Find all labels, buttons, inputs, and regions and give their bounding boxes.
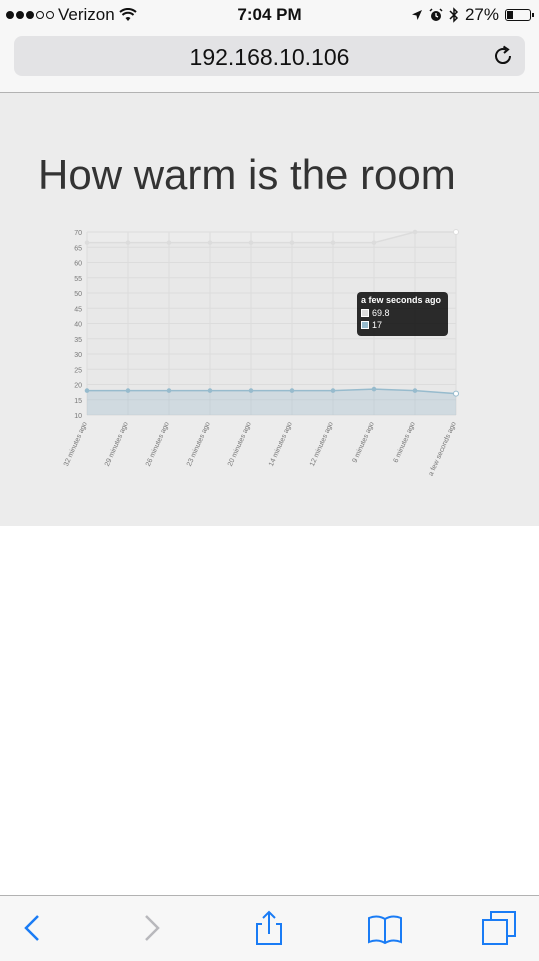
x-tick-label: 9 minutes ago [352, 421, 376, 464]
y-tick-label: 15 [74, 398, 82, 405]
series-area-2 [87, 389, 456, 415]
data-point [166, 240, 172, 245]
data-point [289, 388, 295, 393]
status-right: 27% [411, 5, 534, 25]
data-point [207, 388, 213, 393]
x-tick-label: 23 minutes ago [186, 421, 212, 468]
x-tick-label: 14 minutes ago [268, 421, 294, 468]
battery-icon [505, 9, 534, 21]
data-point [125, 240, 131, 245]
tabs-icon[interactable] [481, 910, 517, 946]
data-point [248, 388, 254, 393]
location-arrow-icon [411, 10, 422, 20]
tooltip-swatch-1 [361, 309, 369, 317]
data-point [453, 229, 459, 235]
x-tick-label: 26 minutes ago [145, 421, 171, 468]
y-tick-label: 55 [74, 276, 82, 283]
tooltip-row-1: 69.8 [361, 307, 444, 319]
back-icon[interactable] [14, 910, 50, 946]
data-point [207, 240, 213, 245]
tooltip-row-2: 17 [361, 319, 444, 331]
alarm-icon [429, 8, 443, 21]
data-point [412, 229, 418, 235]
tooltip-value-1: 69.8 [372, 308, 390, 318]
y-tick-label: 25 [74, 367, 82, 374]
data-point [412, 388, 418, 393]
data-point [330, 388, 336, 393]
data-point [84, 240, 90, 245]
y-tick-label: 20 [74, 383, 82, 390]
reload-icon[interactable] [491, 44, 515, 68]
x-tick-label: 20 minutes ago [227, 421, 253, 468]
data-point [248, 240, 254, 245]
y-tick-label: 60 [74, 261, 82, 268]
temperature-chart: 10 15 20 25 30 35 40 45 50 55 60 65 70 32 minutes ago… [52, 223, 472, 493]
bookmarks-icon[interactable] [367, 910, 403, 946]
browser-nav-bar: 192.168.10.106 [0, 30, 539, 93]
page-title: How warm is the room [38, 151, 456, 198]
share-icon[interactable] [251, 910, 287, 946]
x-tick-label: 12 minutes ago [309, 421, 335, 468]
tooltip-swatch-2 [361, 321, 369, 329]
forward-icon[interactable] [134, 910, 170, 946]
x-tick-label: a few seconds ago [428, 421, 458, 477]
data-point [166, 388, 172, 393]
data-point [289, 240, 295, 245]
tooltip-value-2: 17 [372, 320, 383, 330]
chart-tooltip: a few seconds ago 69.8 17 [357, 292, 448, 336]
web-page: How warm is the room 10 15 20 25 30 35 40 45 50 5… [0, 93, 539, 526]
y-tick-label: 40 [74, 322, 82, 329]
data-point [371, 386, 377, 392]
data-point [84, 388, 90, 393]
bluetooth-icon [449, 7, 459, 23]
x-tick-label: 6 minutes ago [393, 421, 417, 464]
y-tick-label: 70 [74, 230, 82, 237]
chart-svg: 10 15 20 25 30 35 40 45 50 55 60 65 70 32 minutes ago… [63, 229, 459, 477]
tooltip-title: a few seconds ago [361, 295, 442, 305]
y-tick-label: 65 [74, 245, 82, 252]
data-point [453, 390, 459, 397]
y-tick-label: 50 [74, 291, 82, 298]
y-tick-label: 30 [74, 352, 82, 359]
battery-percent: 27% [464, 5, 499, 24]
url-text[interactable]: 192.168.10.106 [14, 44, 525, 71]
y-tick-label: 10 [74, 413, 82, 420]
address-bar[interactable]: 192.168.10.106 [14, 36, 525, 76]
y-tick-label: 35 [74, 337, 82, 344]
data-point [371, 240, 377, 245]
data-point [330, 240, 336, 245]
x-tick-label: 29 minutes ago [104, 421, 130, 468]
x-tick-label: 32 minutes ago [63, 421, 89, 468]
browser-toolbar [0, 895, 539, 961]
data-point [125, 388, 131, 393]
y-tick-label: 45 [74, 306, 82, 313]
status-bar: Verizon 7:04 PM 27% [0, 0, 539, 30]
